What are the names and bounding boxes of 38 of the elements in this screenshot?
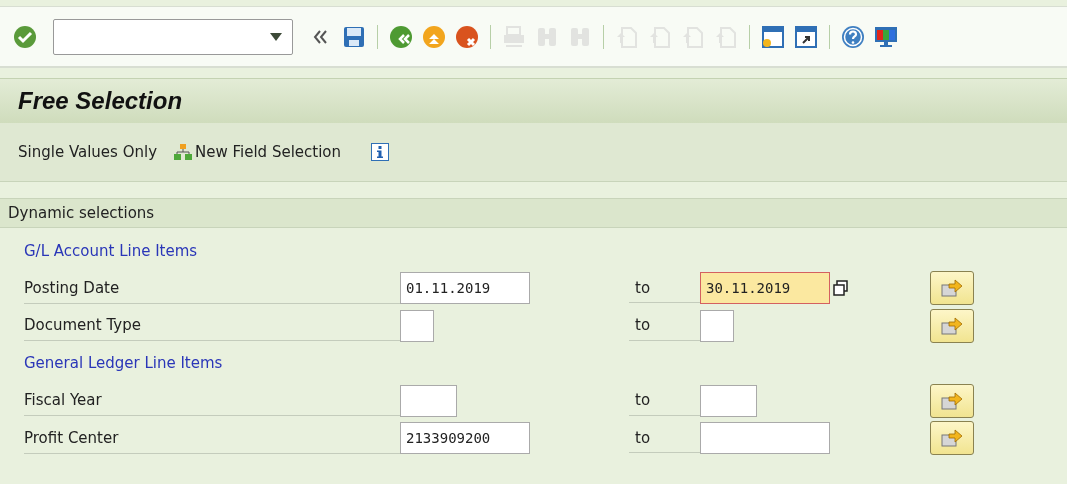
enter-button[interactable] (12, 23, 38, 50)
copy-icon[interactable] (832, 279, 850, 298)
field-label: Document Type (24, 310, 400, 342)
input-field[interactable] (700, 309, 734, 342)
group-heading: G/L Account Line Items (24, 241, 198, 260)
help-button[interactable] (840, 23, 866, 50)
input-field[interactable] (400, 384, 457, 417)
multiple-selection-button[interactable] (930, 421, 974, 456)
arrow-icon (940, 389, 964, 412)
exit-button[interactable] (421, 23, 447, 50)
arrow-icon (940, 427, 964, 450)
section-title: Dynamic selections (8, 204, 155, 222)
new-session-button[interactable] (760, 23, 786, 50)
info-button[interactable] (371, 143, 390, 161)
cancel-button[interactable] (454, 23, 480, 50)
group-heading: General Ledger Line Items (24, 354, 223, 373)
field-label: Fiscal Year (24, 385, 400, 417)
shortcut-button[interactable] (793, 23, 819, 50)
input-field[interactable] (400, 309, 434, 342)
input-field[interactable]: 30.11.2019 (700, 272, 830, 305)
multiple-selection-button[interactable] (930, 308, 974, 343)
hierarchy-icon (173, 144, 193, 160)
new-field-selection-button[interactable]: New Field Selection (173, 143, 342, 161)
multiple-selection-button[interactable] (930, 383, 974, 418)
dropdown-caret-icon[interactable] (270, 32, 282, 41)
arrow-icon (940, 277, 964, 300)
screen-title: Free Selection (18, 87, 183, 115)
input-field[interactable] (700, 422, 830, 455)
field-label: Posting Date (24, 272, 400, 304)
back-button[interactable] (388, 23, 414, 50)
input-field[interactable]: 2133909200 (400, 422, 530, 455)
input-field[interactable] (700, 384, 757, 417)
arrow-icon (940, 314, 964, 337)
field-label: Profit Center (24, 422, 400, 454)
single-values-button[interactable]: Single Values Only (18, 143, 157, 161)
input-field[interactable]: 01.11.2019 (400, 272, 530, 305)
multiple-selection-button[interactable] (930, 271, 974, 306)
command-field[interactable] (53, 18, 293, 55)
